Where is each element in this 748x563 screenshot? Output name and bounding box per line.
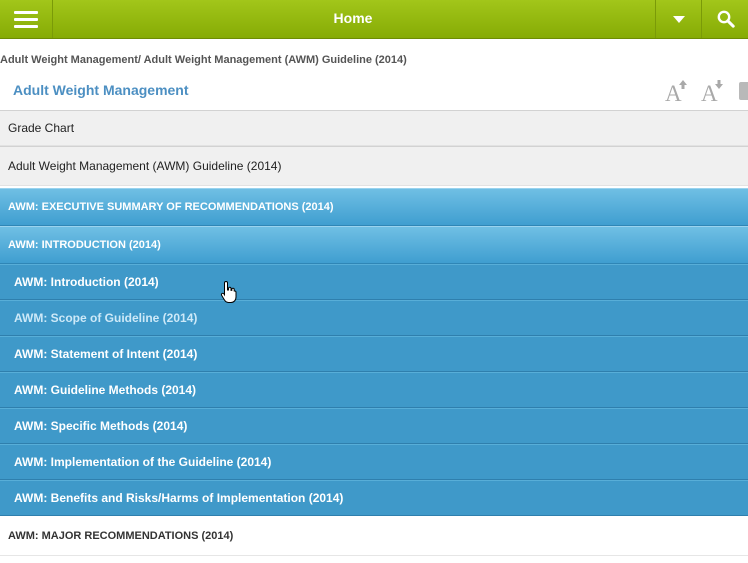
sub-item-specific-methods[interactable]: AWM: Specific Methods (2014) — [0, 408, 748, 444]
sub-item-scope[interactable]: AWM: Scope of Guideline (2014) — [0, 300, 748, 336]
page-title: Adult Weight Management — [13, 82, 189, 98]
search-icon — [717, 10, 735, 28]
grade-chart-link[interactable]: Grade Chart — [0, 110, 748, 146]
breadcrumb[interactable]: Adult Weight Management/ Adult Weight Ma… — [0, 54, 407, 66]
sub-item-implementation[interactable]: AWM: Implementation of the Guideline (20… — [0, 444, 748, 480]
sub-item-guideline-methods[interactable]: AWM: Guideline Methods (2014) — [0, 372, 748, 408]
header-title[interactable]: Home — [52, 0, 654, 38]
hamburger-icon — [14, 10, 38, 28]
font-decrease-icon[interactable]: A — [700, 78, 726, 104]
section-major-recommendations[interactable]: AWM: MAJOR RECOMMENDATIONS (2014) — [0, 516, 748, 556]
print-icon[interactable] — [739, 82, 748, 100]
chevron-down-icon — [672, 15, 685, 23]
section-executive-summary[interactable]: AWM: EXECUTIVE SUMMARY OF RECOMMENDATION… — [0, 188, 748, 226]
guideline-list: Grade Chart Adult Weight Management (AWM… — [0, 110, 748, 556]
sub-item-benefits-risks[interactable]: AWM: Benefits and Risks/Harms of Impleme… — [0, 480, 748, 516]
menu-button[interactable] — [0, 0, 53, 38]
section-introduction[interactable]: AWM: INTRODUCTION (2014) — [0, 226, 748, 264]
sub-item-statement-of-intent[interactable]: AWM: Statement of Intent (2014) — [0, 336, 748, 372]
top-bar: Home — [0, 0, 748, 39]
guideline-link[interactable]: Adult Weight Management (AWM) Guideline … — [0, 146, 748, 186]
search-button[interactable] — [701, 0, 748, 38]
font-increase-icon[interactable]: A — [664, 78, 690, 104]
sub-item-introduction[interactable]: AWM: Introduction (2014) — [0, 264, 748, 300]
font-size-tools: A A — [664, 78, 726, 104]
dropdown-button[interactable] — [655, 0, 701, 38]
